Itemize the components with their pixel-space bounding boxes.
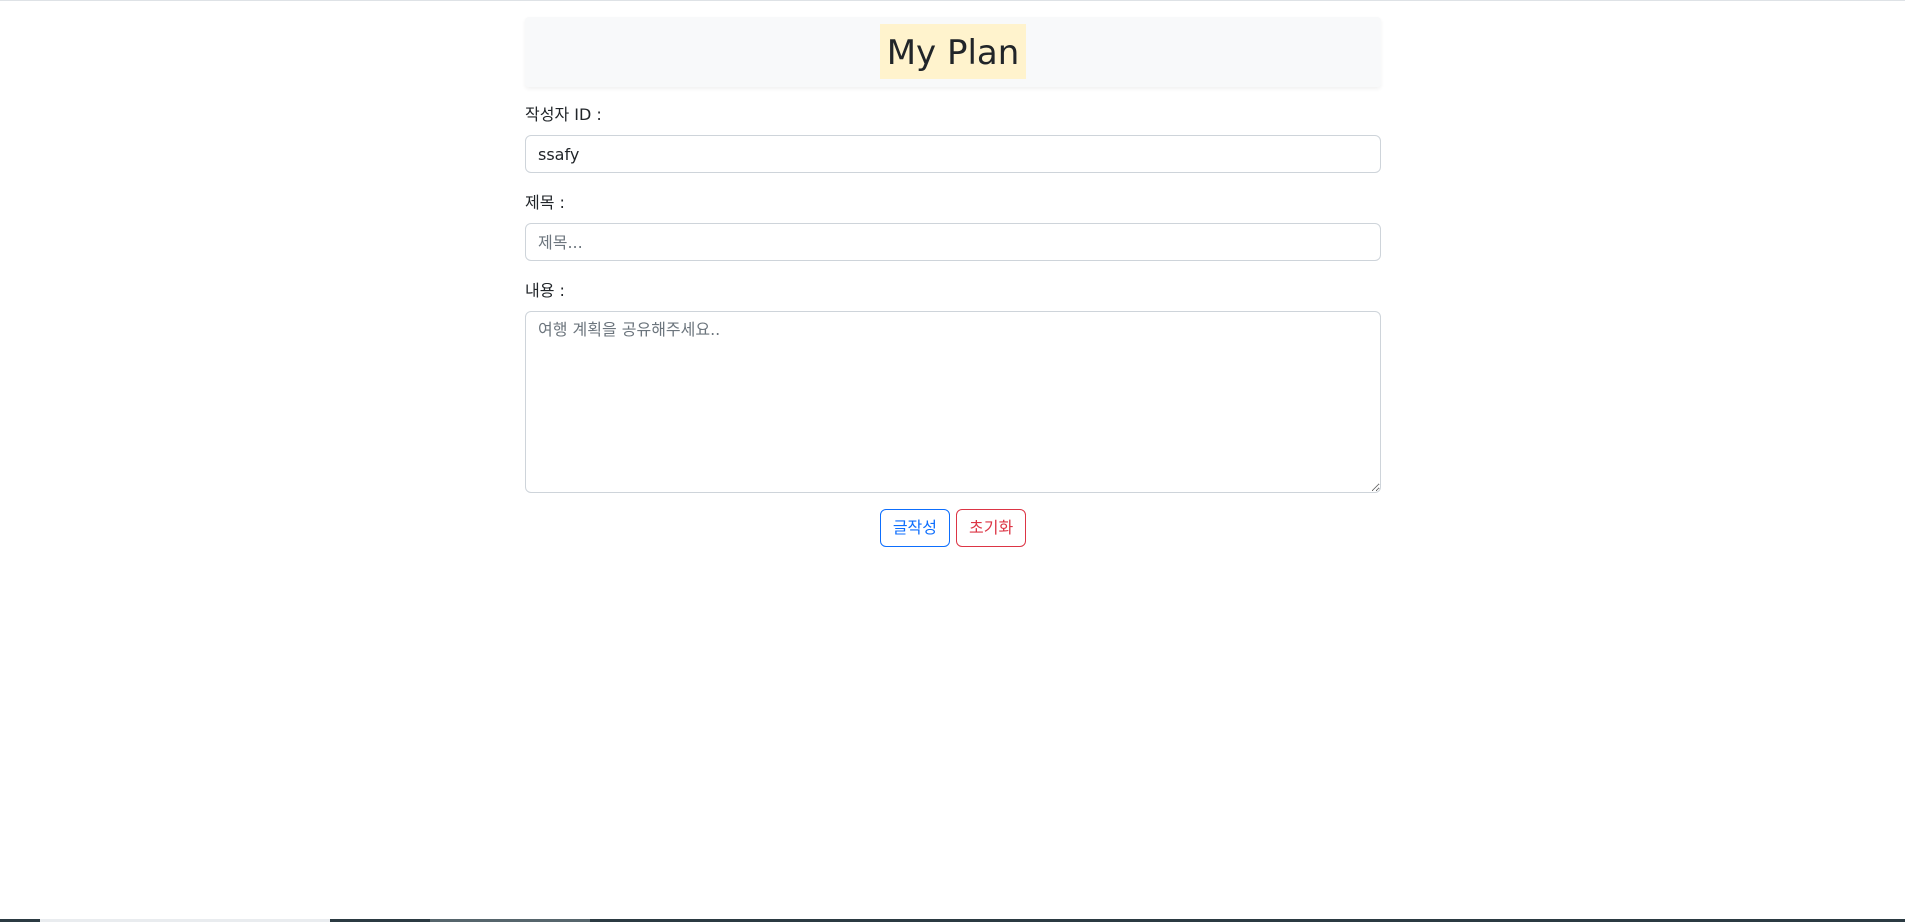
plan-form-container: My Plan 작성자 ID : 제목 : 내용 : 글작성 초기화 [525, 17, 1381, 547]
title-input[interactable] [525, 223, 1381, 261]
submit-post-button[interactable]: 글작성 [879, 509, 950, 547]
top-border [0, 0, 1905, 1]
writer-id-label: 작성자 ID : [525, 105, 602, 124]
content-textarea[interactable] [525, 311, 1381, 493]
content-label: 내용 : [525, 281, 565, 300]
page-title: My Plan [879, 24, 1027, 79]
writer-id-input[interactable] [525, 135, 1381, 173]
page-header: My Plan [525, 17, 1381, 87]
title-label: 제목 : [525, 193, 565, 212]
form-actions: 글작성 초기화 [525, 509, 1381, 547]
reset-button[interactable]: 초기화 [956, 509, 1027, 547]
